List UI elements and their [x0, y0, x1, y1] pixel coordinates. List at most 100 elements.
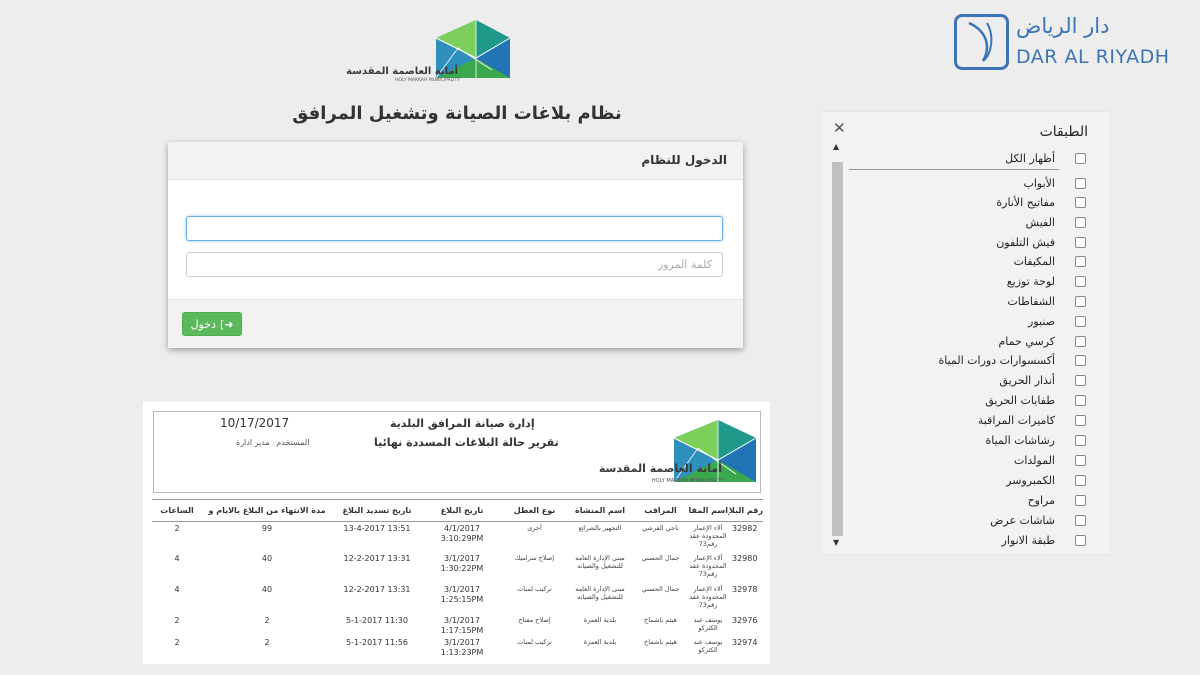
layer-item[interactable]: الشفاطات: [1007, 292, 1086, 310]
close-icon[interactable]: ✕: [833, 119, 846, 137]
cell-hours: 2: [174, 637, 180, 647]
sign-in-icon: ➜]: [219, 317, 234, 331]
layer-label: الشفاطات: [1007, 294, 1055, 308]
municipality-name-en: HOLY MAKKAH MUNICIPALITY: [395, 78, 460, 83]
layer-checkbox[interactable]: [1075, 335, 1086, 347]
layer-label: كرسي حمام: [998, 334, 1055, 348]
layer-checkbox[interactable]: [1075, 354, 1086, 366]
login-panel-header: الدخول للنظام: [168, 142, 743, 180]
layer-label: مراوح: [1027, 493, 1055, 507]
cell-days: 2: [264, 637, 270, 647]
column-header: تاريخ البلاغ: [422, 499, 502, 522]
report-table: الساعات مدة الانتهاء من البلاغ بالايام و…: [152, 499, 763, 658]
layer-checkbox[interactable]: [1075, 414, 1086, 426]
cell-contractor: آلاء الإعمار المحدودة عقد رقم73: [689, 553, 727, 578]
layer-item[interactable]: طفايات الحريق: [985, 391, 1086, 409]
layer-item[interactable]: طبقة الانوار: [1002, 531, 1086, 549]
layers-panel-title: الطبقات: [1039, 124, 1088, 140]
cell-days: 99: [261, 524, 273, 533]
login-button[interactable]: ➜] دخول: [182, 312, 242, 336]
layer-item[interactable]: أنذار الحريق: [999, 371, 1086, 389]
show-all-label: أظهار الكل: [1005, 151, 1055, 165]
column-header: الساعات: [152, 499, 202, 522]
layer-item[interactable]: الكمبروسر: [1006, 471, 1086, 489]
scroll-down-icon[interactable]: ▼: [833, 538, 839, 547]
cell-facility: التجهيز بالشرائع: [578, 524, 622, 532]
cell-supervisor: جمال الحسني: [641, 553, 680, 562]
layer-label: طفايات الحريق: [985, 393, 1055, 407]
brand-name-ar: دار الرياض: [1016, 14, 1110, 38]
login-panel: الدخول للنظام ➜] دخول: [168, 142, 743, 348]
cell-contractor: يوسف عبد الكثركو: [693, 615, 723, 632]
layer-item[interactable]: كرسي حمام: [998, 332, 1086, 350]
municipality-name-en: HOLY MAKKAH MUNICIPALITY: [651, 478, 724, 484]
layer-label: المكيفات: [1013, 254, 1055, 268]
layer-item[interactable]: الفيش: [1026, 213, 1086, 231]
layer-checkbox[interactable]: [1075, 394, 1086, 406]
layer-label: الأبواب: [1023, 176, 1056, 190]
cell-supervisor: هيثم باشماخ: [644, 637, 677, 646]
cell-facility: بلدية العمرة: [583, 637, 617, 646]
cell-fault: تركيب لمبات: [517, 584, 552, 593]
column-header: مدة الانتهاء من البلاغ بالايام و: [202, 499, 332, 522]
layer-item[interactable]: فيش التلفون: [996, 233, 1086, 251]
layer-label: الكمبروسر: [1006, 473, 1055, 487]
layer-item[interactable]: صنبور: [1028, 312, 1086, 330]
cell-contractor: يوسف عبد الكثركو: [693, 637, 723, 654]
username-field[interactable]: [186, 216, 723, 241]
column-header: اسم المقاول: [688, 499, 728, 522]
column-header: اسم المنشاة: [567, 499, 633, 522]
layer-label: أنذار الحريق: [999, 373, 1055, 387]
layer-checkbox[interactable]: [1075, 236, 1086, 248]
brand-name-en: DAR AL RIYADH: [1016, 46, 1170, 68]
layer-checkbox[interactable]: [1075, 177, 1086, 189]
layer-checkbox[interactable]: [1075, 474, 1086, 486]
layer-item[interactable]: الأبواب: [1023, 174, 1086, 192]
layer-item[interactable]: رشاشات المياة: [985, 431, 1086, 449]
cell-fault: إصلاح سراميك: [514, 553, 555, 562]
brand-logo: دار الرياض DAR AL RIYADH: [954, 14, 1169, 72]
cell-close-date: 12-2-2017 13:31: [343, 553, 411, 563]
layer-item[interactable]: كاميرات المراقبة: [978, 411, 1086, 429]
table-row: 2 2 5-1-2017 11:56 3/1/2017 1:13:23PM تر…: [152, 636, 763, 658]
layer-checkbox[interactable]: [1075, 374, 1086, 386]
layer-checkbox[interactable]: [1075, 315, 1086, 327]
cell-report-no: 32976: [732, 615, 758, 625]
password-field[interactable]: [186, 252, 723, 277]
layer-item[interactable]: لوحة توزيع: [1007, 272, 1086, 290]
layer-item[interactable]: شاشات عرض: [990, 511, 1086, 529]
cell-fault: إصلاح مفتاح: [518, 615, 551, 624]
show-all-checkbox[interactable]: [1075, 152, 1086, 164]
layer-label: فيش التلفون: [996, 235, 1055, 249]
layer-checkbox[interactable]: [1075, 494, 1086, 506]
layer-item[interactable]: مراوح: [1028, 491, 1086, 509]
layer-item[interactable]: أكسسوارات دورات المياة: [938, 351, 1086, 369]
cell-close-date: 12-2-2017 13:31: [343, 584, 411, 594]
layer-checkbox[interactable]: [1075, 295, 1086, 307]
layer-checkbox[interactable]: [1075, 454, 1086, 466]
layers-scrollbar[interactable]: ▲ ▼: [831, 142, 844, 548]
layer-item[interactable]: المكيفات: [1014, 252, 1086, 270]
column-header: تاريخ تسديد البلاغ: [332, 499, 422, 522]
report-user: المستخدم مدير ادارة: [232, 438, 309, 447]
scrollbar-thumb[interactable]: [832, 162, 843, 536]
cell-facility: بلدية العمرة: [583, 615, 617, 624]
cell-supervisor: هيثم باشماخ: [644, 615, 677, 624]
layers-divider: [849, 169, 1059, 170]
scroll-up-icon[interactable]: ▲: [833, 142, 839, 151]
layer-checkbox[interactable]: [1075, 216, 1086, 228]
layer-checkbox[interactable]: [1075, 255, 1086, 267]
layer-checkbox[interactable]: [1075, 275, 1086, 287]
cell-supervisor: ناجي القرشي: [642, 524, 679, 532]
layer-checkbox[interactable]: [1075, 434, 1086, 446]
cell-fault: أخرى: [527, 524, 542, 532]
layer-label: لوحة توزيع: [1006, 274, 1055, 288]
layer-item[interactable]: مفاتيح الأنارة: [996, 193, 1086, 211]
layer-checkbox[interactable]: [1075, 196, 1086, 208]
cell-days: 40: [261, 553, 273, 563]
layer-show-all[interactable]: أظهار الكل: [1005, 149, 1086, 167]
layer-checkbox[interactable]: [1075, 534, 1086, 546]
cell-report-date: 3/1/2017 1:30:22PM: [440, 553, 484, 573]
layer-item[interactable]: المولدات: [1014, 451, 1086, 469]
layer-checkbox[interactable]: [1075, 514, 1086, 526]
